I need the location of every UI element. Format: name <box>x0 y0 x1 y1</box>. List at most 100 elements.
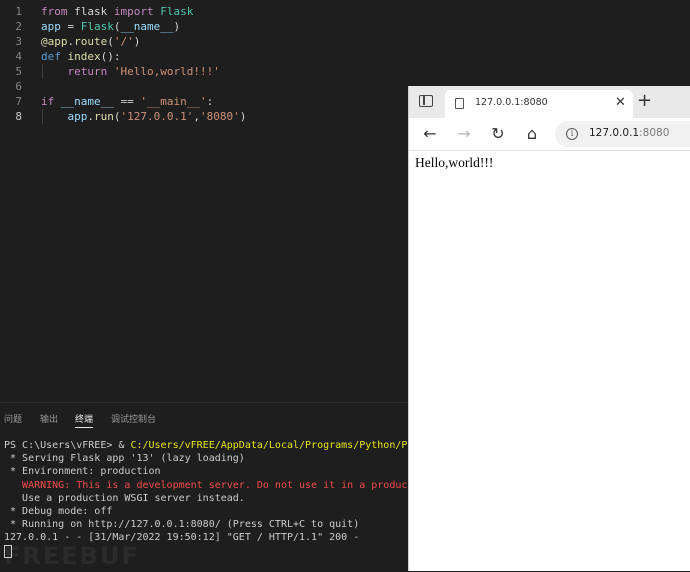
browser-tab[interactable]: 127.0.0.1:8080 ✕ <box>445 90 633 118</box>
code-text: if __name__ == '__main__': <box>41 94 213 109</box>
panel-tab-bar: 问题 输出 终端 调试控制台 <box>0 403 410 433</box>
code-token: import <box>113 5 154 18</box>
home-icon[interactable]: ⌂ <box>521 123 543 145</box>
code-editor[interactable]: 1 from flask import Flask 2 app = Flask(__n… <box>0 0 410 402</box>
code-token: __name__ <box>60 95 114 108</box>
code-token: ( <box>113 110 121 123</box>
url-host: 127.0.0.1 <box>589 127 640 139</box>
terminal-line: PS C:\Users\vFREE> & C:/Users/vFREE/AppD… <box>4 439 410 452</box>
terminal-line: Use a production WSGI server instead. <box>4 492 245 505</box>
address-bar[interactable]: i 127.0.0.1:8080 <box>555 121 690 147</box>
code-token: ( <box>107 35 114 48</box>
terminal-line: WARNING: This is a development server. D… <box>4 479 410 492</box>
code-text: app = Flask(__name__) <box>41 19 180 34</box>
line-number: 8 <box>15 110 22 123</box>
code-token: __name__ <box>120 20 174 33</box>
code-token: ( <box>113 20 121 33</box>
terminal-text: * Running on http://127.0.0.1:8080/ (Pre… <box>4 519 360 531</box>
tab-title: 127.0.0.1:8080 <box>475 97 548 108</box>
code-token: '__main__' <box>140 95 207 108</box>
terminal-line: * Running on http://127.0.0.1:8080/ (Pre… <box>4 518 359 531</box>
new-tab-button[interactable]: + <box>637 90 652 112</box>
tab-terminal[interactable]: 终端 <box>75 412 94 428</box>
code-token: (): <box>100 50 121 63</box>
reload-icon[interactable]: ↻ <box>487 123 509 145</box>
code-token: from <box>41 5 68 18</box>
url-text: 127.0.0.1:8080 <box>589 127 669 139</box>
code-text: @app.route('/') <box>41 34 140 49</box>
line-number: 6 <box>15 80 22 93</box>
tab-debug-console[interactable]: 调试控制台 <box>111 412 156 425</box>
code-text: app.run('127.0.0.1','8080') <box>41 109 247 124</box>
code-token: : <box>206 95 214 108</box>
code-token: '8080' <box>199 110 240 123</box>
code-text: def index(): <box>41 49 121 64</box>
page-body-text: Hello,world!!! <box>415 155 494 170</box>
code-token: if <box>41 95 55 108</box>
code-token: index <box>67 50 101 63</box>
tab-output[interactable]: 输出 <box>40 412 58 425</box>
watermark-logo: FREEBUF <box>4 542 140 570</box>
tab-problems[interactable]: 问题 <box>4 412 22 425</box>
line-number: 2 <box>15 20 22 33</box>
code-token: app <box>41 20 61 33</box>
code-line[interactable]: 2 app = Flask(__name__) <box>0 19 410 34</box>
terminal-line: * Environment: production <box>4 465 161 478</box>
line-number: 5 <box>15 65 22 78</box>
code-token: route <box>74 35 108 48</box>
terminal-text: * Debug mode: off <box>4 506 113 517</box>
code-line[interactable]: 8 app.run('127.0.0.1','8080') <box>0 109 410 124</box>
line-number: 3 <box>15 35 22 48</box>
code-line[interactable]: 3 @app.route('/') <box>0 34 410 49</box>
code-token: = <box>60 20 81 33</box>
code-token: 'Hello,world!!!' <box>113 65 220 78</box>
code-line[interactable]: 1 from flask import Flask <box>0 4 410 19</box>
forward-icon[interactable]: → <box>453 123 475 145</box>
page-content: Hello,world!!! <box>409 151 690 571</box>
code-token: . <box>87 110 94 123</box>
code-token: ) <box>239 110 247 123</box>
terminal-line: * Debug mode: off <box>4 505 112 518</box>
code-token: Flask <box>80 20 114 33</box>
code-text: return 'Hello,world!!!' <box>41 64 220 79</box>
site-info-icon[interactable]: i <box>566 128 578 140</box>
terminal-text: PS C:\Users\vFREE> & <box>4 440 131 451</box>
tab-actions-icon[interactable] <box>419 95 433 107</box>
page-icon <box>455 98 464 109</box>
code-line[interactable]: 7 if __name__ == '__main__': <box>0 94 410 109</box>
code-token: run <box>94 110 114 123</box>
code-token: ) <box>133 35 141 48</box>
close-tab-icon[interactable]: ✕ <box>615 94 626 112</box>
terminal-line: * Serving Flask app '13' (lazy loading) <box>4 452 245 465</box>
back-icon[interactable]: ← <box>419 123 441 145</box>
code-token: def <box>41 50 61 63</box>
code-line[interactable]: 6 <box>0 79 410 94</box>
code-line[interactable]: 5 return 'Hello,world!!!' <box>0 64 410 79</box>
terminal-text: * Serving Flask app '13' (lazy loading) <box>4 453 245 465</box>
code-token: , <box>193 110 200 123</box>
terminal-text: C:/Users/vFREE/AppData/Local/Programs/Py… <box>130 440 410 451</box>
code-token: '127.0.0.1' <box>120 110 194 123</box>
code-token: flask <box>67 5 114 18</box>
code-token: '/' <box>113 35 134 48</box>
code-token: Flask <box>153 5 194 18</box>
code-token: == <box>113 95 141 108</box>
terminal-text: * Environment: production <box>4 466 161 478</box>
code-line[interactable]: 4 def index(): <box>0 49 410 64</box>
code-token: ) <box>173 20 181 33</box>
browser-toolbar: ← → ↻ ⌂ i 127.0.0.1:8080 <box>409 118 690 151</box>
browser-window: 127.0.0.1:8080 ✕ + ← → ↻ ⌂ i 127.0.0.1:8… <box>408 86 690 571</box>
line-number: 7 <box>15 95 22 108</box>
code-token: return <box>67 65 108 78</box>
terminal-text: WARNING: This is a development server. D… <box>4 479 410 491</box>
terminal-text: Use a production WSGI server instead. <box>4 492 245 504</box>
code-text: from flask import Flask <box>41 4 193 19</box>
url-port: :8080 <box>639 127 670 139</box>
code-token: @app <box>41 35 68 48</box>
line-number: 1 <box>15 5 22 18</box>
line-number: 4 <box>15 50 22 63</box>
